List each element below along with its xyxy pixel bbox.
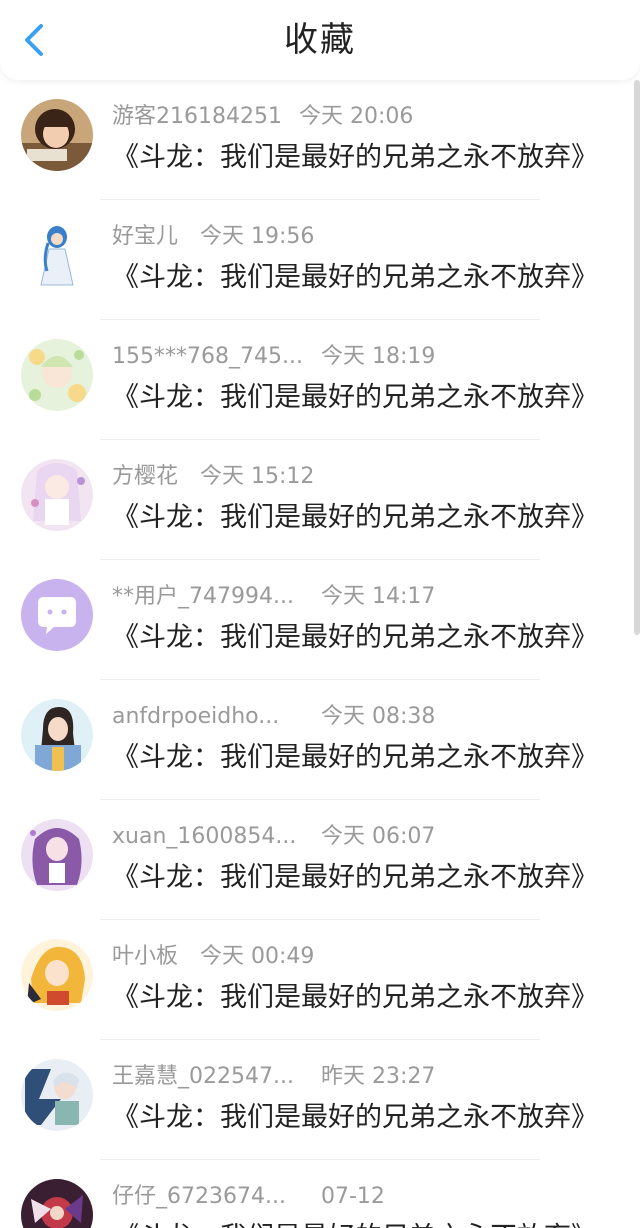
username[interactable]: xuan_1600854... bbox=[112, 822, 296, 852]
timestamp: 今天 00:49 bbox=[200, 944, 315, 969]
favorites-list: 游客216184251 今天 20:06 《斗龙：我们是最好的兄弟之永不放弃》 … bbox=[0, 80, 640, 1228]
timestamp: 昨天 23:27 bbox=[321, 1064, 436, 1089]
username[interactable]: 王嘉慧_022547... bbox=[112, 1062, 294, 1092]
top-bar: 收藏 bbox=[0, 0, 640, 80]
list-item[interactable]: 王嘉慧_022547... 昨天 23:27 《斗龙：我们是最好的兄弟之永不放弃… bbox=[0, 1040, 640, 1160]
work-title[interactable]: 《斗龙：我们是最好的兄弟之永不放弃》 bbox=[112, 1100, 598, 1136]
work-title[interactable]: 《斗龙：我们是最好的兄弟之永不放弃》 bbox=[112, 1220, 598, 1228]
item-meta: anfdrpoeidho... 今天 08:38 bbox=[112, 702, 612, 732]
avatar[interactable] bbox=[21, 1179, 93, 1228]
list-item[interactable]: 方樱花 今天 15:12 《斗龙：我们是最好的兄弟之永不放弃》 bbox=[0, 440, 640, 560]
avatar[interactable] bbox=[21, 939, 93, 1011]
work-title[interactable]: 《斗龙：我们是最好的兄弟之永不放弃》 bbox=[112, 500, 598, 536]
username[interactable]: 游客216184251 bbox=[112, 102, 282, 132]
username[interactable]: 叶小板 bbox=[112, 942, 178, 972]
item-meta: 王嘉慧_022547... 昨天 23:27 bbox=[112, 1062, 612, 1092]
username[interactable]: anfdrpoeidho... bbox=[112, 702, 279, 732]
item-meta: **用户_747994... 今天 14:17 bbox=[112, 582, 612, 612]
avatar[interactable] bbox=[21, 699, 93, 771]
work-title[interactable]: 《斗龙：我们是最好的兄弟之永不放弃》 bbox=[112, 740, 598, 776]
username[interactable]: **用户_747994... bbox=[112, 582, 294, 612]
timestamp: 今天 18:19 bbox=[321, 344, 436, 369]
scrollbar[interactable] bbox=[634, 80, 640, 635]
work-title[interactable]: 《斗龙：我们是最好的兄弟之永不放弃》 bbox=[112, 140, 598, 176]
item-meta: xuan_1600854... 今天 06:07 bbox=[112, 822, 612, 852]
list-item[interactable]: **用户_747994... 今天 14:17 《斗龙：我们是最好的兄弟之永不放… bbox=[0, 560, 640, 680]
avatar[interactable] bbox=[21, 1059, 93, 1131]
item-meta: 好宝儿 今天 19:56 bbox=[112, 222, 612, 252]
item-meta: 游客216184251 今天 20:06 bbox=[112, 102, 612, 132]
timestamp: 今天 08:38 bbox=[321, 704, 436, 729]
item-meta: 方樱花 今天 15:12 bbox=[112, 462, 612, 492]
work-title[interactable]: 《斗龙：我们是最好的兄弟之永不放弃》 bbox=[112, 260, 598, 296]
username[interactable]: 方樱花 bbox=[112, 462, 178, 492]
list-item[interactable]: 仔仔_6723674... 07-12 《斗龙：我们是最好的兄弟之永不放弃》 bbox=[0, 1160, 640, 1228]
item-meta: 仔仔_6723674... 07-12 bbox=[112, 1182, 612, 1212]
list-item[interactable]: xuan_1600854... 今天 06:07 《斗龙：我们是最好的兄弟之永不… bbox=[0, 800, 640, 920]
list-item[interactable]: 游客216184251 今天 20:06 《斗龙：我们是最好的兄弟之永不放弃》 bbox=[0, 80, 640, 200]
username[interactable]: 155***768_745... bbox=[112, 342, 303, 372]
avatar[interactable] bbox=[21, 219, 93, 291]
timestamp: 07-12 bbox=[321, 1184, 385, 1209]
list-item[interactable]: 叶小板 今天 00:49 《斗龙：我们是最好的兄弟之永不放弃》 bbox=[0, 920, 640, 1040]
username[interactable]: 仔仔_6723674... bbox=[112, 1182, 286, 1212]
page-title: 收藏 bbox=[284, 20, 356, 60]
work-title[interactable]: 《斗龙：我们是最好的兄弟之永不放弃》 bbox=[112, 380, 598, 416]
favorites-page: 收藏 游客216184251 今天 20:06 《斗龙：我们是最好的兄弟之永不放… bbox=[0, 0, 640, 1228]
work-title[interactable]: 《斗龙：我们是最好的兄弟之永不放弃》 bbox=[112, 980, 598, 1016]
timestamp: 今天 20:06 bbox=[299, 104, 414, 129]
timestamp: 今天 19:56 bbox=[200, 224, 315, 249]
username[interactable]: 好宝儿 bbox=[112, 222, 178, 252]
avatar[interactable] bbox=[21, 99, 93, 171]
item-meta: 叶小板 今天 00:49 bbox=[112, 942, 612, 972]
avatar[interactable] bbox=[21, 819, 93, 891]
work-title[interactable]: 《斗龙：我们是最好的兄弟之永不放弃》 bbox=[112, 860, 598, 896]
item-meta: 155***768_745... 今天 18:19 bbox=[112, 342, 612, 372]
list-item[interactable]: 好宝儿 今天 19:56 《斗龙：我们是最好的兄弟之永不放弃》 bbox=[0, 200, 640, 320]
timestamp: 今天 06:07 bbox=[321, 824, 436, 849]
avatar[interactable] bbox=[21, 459, 93, 531]
timestamp: 今天 14:17 bbox=[321, 584, 436, 609]
avatar[interactable] bbox=[21, 339, 93, 411]
avatar[interactable] bbox=[21, 579, 93, 651]
timestamp: 今天 15:12 bbox=[200, 464, 315, 489]
list-item[interactable]: 155***768_745... 今天 18:19 《斗龙：我们是最好的兄弟之永… bbox=[0, 320, 640, 440]
list-item[interactable]: anfdrpoeidho... 今天 08:38 《斗龙：我们是最好的兄弟之永不… bbox=[0, 680, 640, 800]
work-title[interactable]: 《斗龙：我们是最好的兄弟之永不放弃》 bbox=[112, 620, 598, 656]
